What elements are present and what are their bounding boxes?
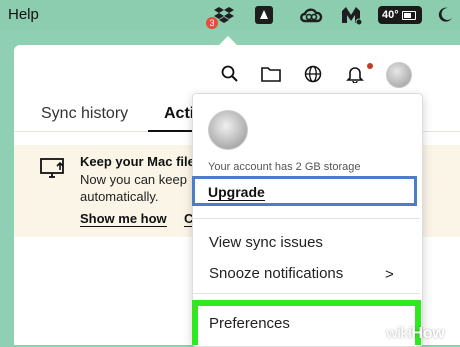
folder-icon[interactable] — [261, 64, 281, 84]
moon-icon[interactable] — [436, 5, 454, 25]
help-menu[interactable]: Help — [8, 6, 39, 23]
active-tab-indicator — [148, 130, 196, 132]
menu-divider — [193, 293, 420, 294]
banner-title: Keep your Mac file — [80, 154, 195, 169]
watermark-how: How — [411, 325, 445, 342]
banner-line-2: automatically. — [80, 189, 159, 204]
tab-sync-history[interactable]: Sync history — [41, 105, 128, 123]
temperature-pill[interactable]: 40° — [378, 6, 422, 24]
monitor-upload-icon — [40, 157, 66, 186]
arrow-square-icon[interactable] — [254, 5, 274, 25]
avatar[interactable] — [386, 62, 412, 88]
search-icon[interactable] — [220, 64, 240, 84]
notification-count-badge: 3 — [206, 17, 218, 29]
tab-activity[interactable]: Acti — [164, 105, 194, 123]
storage-info: Your account has 2 GB storage — [208, 161, 361, 173]
menu-bar: Help 3 40° — [0, 0, 460, 30]
popover-caret — [218, 36, 238, 46]
creative-cloud-icon[interactable] — [298, 5, 324, 25]
menu-divider — [193, 218, 420, 219]
bell-icon[interactable] — [345, 64, 365, 84]
banner-text: Now you can keep automatically. — [80, 171, 187, 205]
chevron-right-icon: > — [385, 266, 394, 283]
globe-icon[interactable] — [303, 64, 323, 84]
show-me-how-link[interactable]: Show me how — [80, 211, 167, 227]
upgrade-button[interactable]: Upgrade — [208, 185, 265, 201]
view-sync-issues-item[interactable]: View sync issues — [209, 234, 323, 251]
watermark-wiki: wiki — [386, 325, 412, 342]
notification-dot — [367, 63, 373, 69]
battery-icon — [401, 10, 416, 20]
snooze-notifications-item[interactable]: Snooze notifications — [209, 265, 343, 282]
account-avatar — [208, 110, 248, 150]
wikihow-watermark: wikiHow — [386, 325, 445, 343]
malwarebytes-icon[interactable] — [339, 5, 363, 25]
dropbox-icon[interactable]: 3 — [206, 5, 235, 29]
banner-line-1: Now you can keep — [80, 172, 187, 187]
temperature-text: 40° — [382, 9, 399, 21]
preferences-item[interactable]: Preferences — [209, 315, 290, 332]
